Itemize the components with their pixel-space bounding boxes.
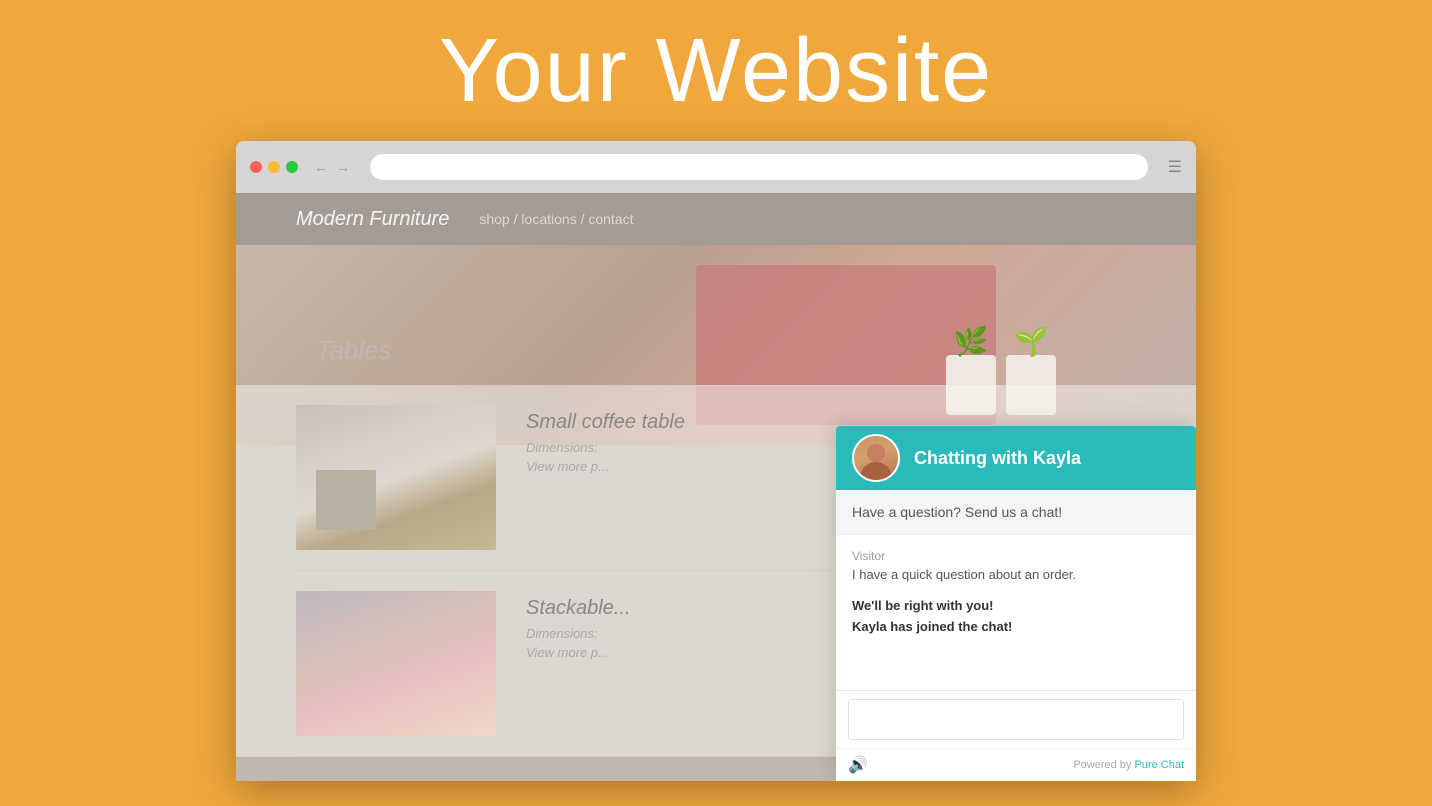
- chat-avatar: [852, 434, 900, 482]
- address-bar[interactable]: [370, 154, 1148, 180]
- chat-system-msg-2: Kayla has joined the chat!: [852, 617, 1180, 638]
- chat-avatar-face: [854, 436, 898, 480]
- browser-menu-icon[interactable]: ☰: [1168, 157, 1182, 177]
- browser-chrome: ← → ☰: [236, 141, 1196, 193]
- chat-system-messages: We'll be right with you! Kayla has joine…: [852, 596, 1180, 638]
- site-navbar: Modern Furniture shop / locations / cont…: [236, 193, 1196, 245]
- traffic-light-maximize[interactable]: [286, 161, 298, 173]
- back-arrow[interactable]: ←: [314, 159, 328, 175]
- chat-input[interactable]: [848, 699, 1184, 740]
- traffic-lights: [250, 161, 298, 173]
- site-logo: Modern Furniture: [296, 208, 449, 231]
- chat-footer: 🔊 Powered by Pure Chat: [836, 748, 1196, 781]
- browser-window: ← → ☰ Modern Furniture shop / locations …: [236, 141, 1196, 781]
- traffic-light-close[interactable]: [250, 161, 262, 173]
- product-image-1: [296, 405, 496, 550]
- chat-powered-by: Powered by Pure Chat: [1073, 759, 1184, 771]
- chat-body: Have a question? Send us a chat! Visitor…: [836, 490, 1196, 690]
- product-image-2: [296, 591, 496, 736]
- browser-navigation: ← →: [314, 159, 350, 175]
- tables-section: Tables: [316, 335, 1196, 382]
- page-title: Your Website: [439, 20, 993, 123]
- chat-welcome-message: Have a question? Send us a chat!: [836, 490, 1196, 535]
- site-nav-links[interactable]: shop / locations / contact: [479, 211, 633, 227]
- powered-by-text: Powered by: [1073, 759, 1134, 771]
- chat-input-area[interactable]: [836, 690, 1196, 748]
- website-content: Modern Furniture shop / locations / cont…: [236, 193, 1196, 781]
- chat-system-msg-1: We'll be right with you!: [852, 596, 1180, 617]
- chat-visitor-message: I have a quick question about an order.: [852, 567, 1180, 582]
- forward-arrow[interactable]: →: [336, 159, 350, 175]
- traffic-light-minimize[interactable]: [268, 161, 280, 173]
- chat-title: Chatting with Kayla: [914, 448, 1081, 469]
- chat-messages: Visitor I have a quick question about an…: [836, 535, 1196, 652]
- chat-header: Chatting with Kayla: [836, 426, 1196, 490]
- chat-widget: Chatting with Kayla Have a question? Sen…: [836, 426, 1196, 781]
- audio-icon[interactable]: 🔊: [848, 755, 868, 775]
- tables-title: Tables: [316, 335, 1196, 366]
- chat-visitor-label: Visitor: [852, 549, 1180, 563]
- site-body: 🌿 🌱 Tables Small coffee table: [236, 245, 1196, 781]
- pure-chat-link[interactable]: Pure Chat: [1134, 759, 1184, 771]
